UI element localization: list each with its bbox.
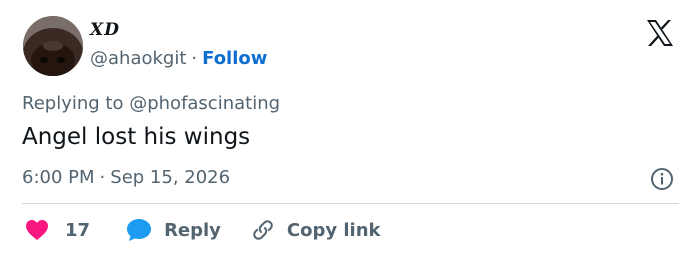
reply-button[interactable]: Reply — [126, 218, 221, 242]
author-display-name[interactable]: XD — [90, 20, 120, 40]
action-bar: 17 Reply Copy link — [25, 216, 381, 244]
timestamp-separator: · — [99, 167, 106, 188]
tweet-text: Angel lost his wings — [22, 124, 251, 150]
copy-link-button[interactable]: Copy link — [251, 218, 381, 242]
author-handle[interactable]: @ahaokgit — [90, 48, 186, 69]
tweet-timestamp[interactable]: 6:00 PM · Sep 15, 2026 — [22, 167, 230, 188]
follow-button[interactable]: Follow — [202, 48, 267, 69]
author-handle-row: @ahaokgit · Follow — [90, 48, 267, 69]
separator-dot: · — [191, 48, 198, 69]
reply-label: Reply — [164, 219, 221, 241]
copy-link-label: Copy link — [286, 219, 381, 241]
tweet-time: 6:00 PM — [22, 167, 95, 188]
x-logo-icon[interactable] — [645, 18, 675, 48]
link-icon — [253, 220, 273, 240]
avatar[interactable] — [23, 16, 83, 76]
tweet-date: Sep 15, 2026 — [110, 167, 231, 188]
replying-to-line: Replying to @phofascinating — [22, 93, 280, 114]
info-icon[interactable] — [650, 167, 674, 191]
like-count: 17 — [65, 219, 91, 241]
divider — [22, 203, 679, 204]
heart-icon — [26, 220, 48, 240]
tweet-embed-card: XD @ahaokgit · Follow Replying to @phofasc… — [0, 0, 700, 256]
speech-bubble-icon — [127, 219, 152, 241]
replying-to-handle[interactable]: @phofascinating — [129, 93, 280, 114]
like-button[interactable]: 17 — [25, 219, 90, 241]
replying-to-prefix: Replying to — [22, 93, 124, 114]
avatar-image — [23, 16, 83, 76]
